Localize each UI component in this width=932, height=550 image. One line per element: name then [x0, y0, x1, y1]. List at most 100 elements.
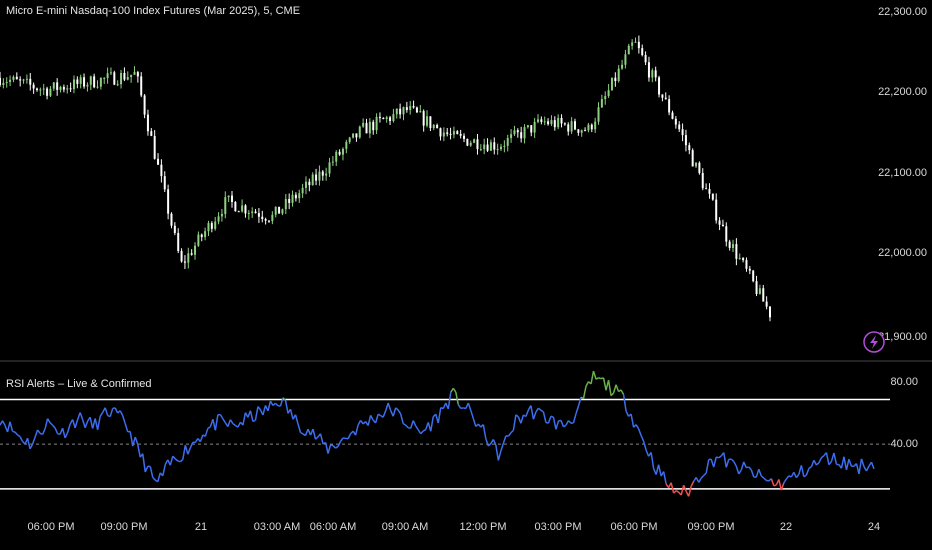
rsi-segment — [134, 436, 139, 445]
chart-canvas[interactable]: 22,300.00 22,200.00 22,100.00 22,000.00 … — [0, 0, 932, 550]
time-tick-label: 09:00 PM — [687, 521, 734, 533]
rsi-segment — [89, 416, 94, 429]
candle-body — [79, 77, 82, 84]
candle-body — [183, 261, 186, 263]
rsi-segment — [497, 450, 502, 461]
rsi-segment — [602, 377, 607, 391]
rsi-segment — [447, 392, 452, 410]
candle-body — [644, 55, 647, 63]
rsi-segment — [547, 415, 552, 424]
time-tick-label: 06:00 AM — [310, 521, 356, 533]
rsi-segment — [157, 472, 161, 482]
rsi-segment — [637, 428, 642, 436]
rsi-segment — [843, 456, 848, 470]
rsi-segment — [555, 420, 560, 430]
rsi-segment — [172, 455, 176, 460]
candle-body — [197, 234, 200, 246]
candle-body — [99, 78, 102, 87]
rsi-segment — [242, 412, 247, 426]
rsi-segment — [635, 424, 640, 430]
rsi-segment — [810, 459, 815, 468]
candle-body — [103, 78, 106, 80]
candle-body — [476, 139, 479, 150]
candle-body — [335, 151, 338, 162]
candle-body — [69, 88, 72, 90]
rsi-segment — [532, 411, 537, 420]
candle-body — [22, 79, 25, 81]
rsi-axis[interactable]: 80.00 40.00 — [890, 376, 918, 450]
candle-body — [526, 125, 529, 128]
price-pane[interactable] — [0, 35, 771, 322]
rsi-tick-label: 40.00 — [890, 438, 918, 450]
alert-button[interactable] — [863, 331, 885, 353]
candle-body — [560, 117, 563, 124]
candle-body — [375, 116, 378, 131]
candle-body — [725, 226, 728, 242]
rsi-segment — [137, 444, 141, 458]
rsi-segment — [730, 458, 735, 462]
price-tick-label: 22,000.00 — [878, 247, 927, 259]
price-axis[interactable]: 22,300.00 22,200.00 22,100.00 22,000.00 … — [878, 6, 927, 343]
candle-body — [701, 172, 704, 189]
rsi-segment — [61, 428, 66, 439]
candle-body — [368, 121, 371, 134]
rsi-segment — [783, 478, 787, 484]
time-tick-label: 21 — [195, 521, 207, 533]
candle-body — [163, 176, 166, 190]
rsi-segment — [650, 452, 655, 469]
candle-body — [456, 131, 459, 135]
time-tick-label: 03:00 PM — [534, 521, 581, 533]
candle-body — [200, 234, 203, 238]
candle-body — [422, 111, 425, 126]
rsi-segment — [615, 384, 620, 392]
rsi-segment — [36, 429, 41, 434]
candle-body — [187, 253, 190, 263]
candle-body — [600, 99, 603, 108]
rsi-segment — [409, 420, 414, 429]
candle-body — [180, 250, 183, 262]
indicator-title[interactable]: RSI Alerts – Live & Confirmed — [6, 378, 152, 390]
candle-body — [251, 211, 254, 213]
rsi-segment — [297, 423, 302, 433]
candle-body — [49, 88, 52, 96]
candle-body — [402, 107, 405, 115]
rsi-segment — [430, 416, 434, 432]
candle-body — [769, 306, 771, 318]
rsi-segment — [332, 445, 337, 449]
rsi-segment — [79, 412, 84, 420]
time-tick-label: 12:00 PM — [459, 521, 506, 533]
rsi-segment — [339, 437, 344, 442]
time-tick-label: 09:00 PM — [100, 521, 147, 533]
candle-body — [86, 84, 89, 87]
candle-body — [530, 125, 533, 133]
rsi-segment — [199, 434, 204, 442]
candle-body — [157, 158, 160, 165]
rsi-segment — [793, 471, 798, 479]
rsi-segment — [262, 405, 267, 416]
rsi-segment — [700, 474, 705, 479]
candle-body — [557, 117, 560, 128]
rsi-segment — [402, 423, 407, 426]
candle-body — [678, 124, 681, 130]
candle-body — [32, 84, 35, 89]
candle-body — [352, 133, 355, 138]
candle-body — [76, 79, 79, 84]
candle-body — [584, 130, 587, 132]
rsi-segment — [735, 465, 740, 475]
rsi-segment — [828, 461, 833, 466]
symbol-title[interactable]: Micro E-mini Nasdaq-100 Index Futures (M… — [6, 5, 300, 17]
candle-body — [308, 181, 311, 186]
rsi-segment — [687, 486, 692, 497]
candle-body — [288, 198, 291, 203]
candle-body — [718, 220, 721, 225]
rsi-segment — [64, 432, 69, 439]
rsi-segment — [657, 464, 662, 477]
candle-body — [668, 99, 671, 113]
candle-body — [446, 132, 449, 134]
rsi-segment — [750, 469, 755, 478]
candle-body — [29, 78, 32, 85]
candle-body — [177, 232, 180, 251]
time-axis[interactable]: 06:00 PM 09:00 PM 21 03:00 AM 06:00 AM 0… — [27, 521, 880, 533]
candle-body — [614, 77, 617, 82]
candle-body — [426, 116, 429, 126]
